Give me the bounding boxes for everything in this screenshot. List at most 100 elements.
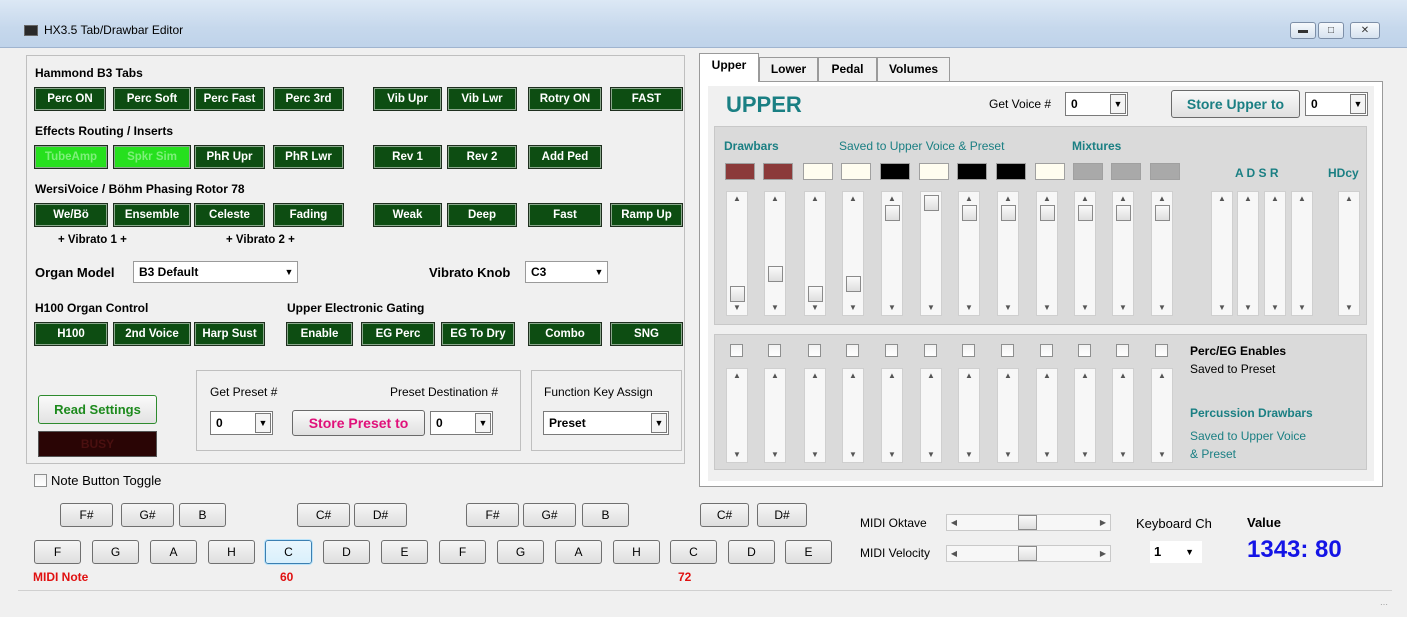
perc-enable-checkbox[interactable]	[846, 344, 859, 357]
h100-button[interactable]: H100	[34, 322, 108, 346]
up-arrow-icon[interactable]: ▲	[765, 370, 785, 382]
slider-thumb[interactable]	[1040, 205, 1055, 221]
store-upper-select[interactable]: 0 ▼	[1305, 92, 1368, 116]
perc-drawbar-slider[interactable]: ▲ ▼	[842, 368, 864, 463]
effects-button[interactable]: Rev 1	[373, 145, 442, 169]
hammond-tab-button[interactable]: Perc Soft	[113, 87, 191, 111]
up-arrow-icon[interactable]: ▲	[843, 370, 863, 382]
left-arrow-icon[interactable]: ◀	[948, 546, 960, 561]
midi-key[interactable]: C#	[297, 503, 350, 527]
wersi-button[interactable]: Ensemble	[113, 203, 191, 227]
hammond-tab-button[interactable]: Vib Lwr	[447, 87, 517, 111]
up-arrow-icon[interactable]: ▲	[959, 193, 979, 205]
hammond-tab-button[interactable]: Perc ON	[34, 87, 106, 111]
minimize-icon[interactable]: ▬	[1290, 22, 1316, 39]
up-arrow-icon[interactable]: ▲	[1113, 370, 1133, 382]
h100-button[interactable]: 2nd Voice	[113, 322, 191, 346]
organ-model-select[interactable]: B3 Default ▼	[133, 261, 298, 283]
down-arrow-icon[interactable]: ▼	[998, 302, 1018, 314]
perc-drawbar-slider[interactable]: ▲ ▼	[804, 368, 826, 463]
midi-key[interactable]: D	[728, 540, 775, 564]
midi-key[interactable]: D#	[757, 503, 807, 527]
perc-drawbar-slider[interactable]: ▲ ▼	[920, 368, 942, 463]
store-upper-button[interactable]: Store Upper to	[1171, 90, 1300, 118]
midi-key[interactable]: G	[497, 540, 544, 564]
perc-enable-checkbox[interactable]	[730, 344, 743, 357]
adsr-slider[interactable]: ▲ ▼	[1291, 191, 1313, 316]
perc-drawbar-slider[interactable]: ▲ ▼	[726, 368, 748, 463]
up-arrow-icon[interactable]: ▲	[1212, 193, 1232, 205]
down-arrow-icon[interactable]: ▼	[921, 449, 941, 461]
down-arrow-icon[interactable]: ▼	[1075, 302, 1095, 314]
right-arrow-icon[interactable]: ▶	[1097, 546, 1109, 561]
preset-destination-select[interactable]: 0 ▼	[430, 411, 493, 435]
down-arrow-icon[interactable]: ▼	[1152, 302, 1172, 314]
drawbar-slider[interactable]: ▲▼	[842, 191, 864, 316]
up-arrow-icon[interactable]: ▲	[1152, 193, 1172, 205]
down-arrow-icon[interactable]: ▼	[765, 302, 785, 314]
perc-drawbar-slider[interactable]: ▲ ▼	[997, 368, 1019, 463]
up-arrow-icon[interactable]: ▲	[1037, 370, 1057, 382]
down-arrow-icon[interactable]: ▼	[1339, 302, 1359, 314]
effects-button[interactable]: Spkr Sim	[113, 145, 191, 169]
drawbar-slider[interactable]: ▲▼	[1151, 191, 1173, 316]
up-arrow-icon[interactable]: ▲	[1037, 193, 1057, 205]
up-arrow-icon[interactable]: ▲	[1113, 193, 1133, 205]
perc-enable-checkbox[interactable]	[768, 344, 781, 357]
wersi-button[interactable]: Ramp Up	[610, 203, 683, 227]
down-arrow-icon[interactable]: ▼	[727, 449, 747, 461]
up-arrow-icon[interactable]: ▲	[998, 370, 1018, 382]
midi-key[interactable]: F	[34, 540, 81, 564]
midi-key[interactable]: B	[582, 503, 629, 527]
hammond-tab-button[interactable]: Perc 3rd	[273, 87, 344, 111]
slider-thumb[interactable]	[1078, 205, 1093, 221]
wersi-button[interactable]: Fading	[273, 203, 344, 227]
vibrato-knob-select[interactable]: C3 ▼	[525, 261, 608, 283]
up-arrow-icon[interactable]: ▲	[765, 193, 785, 205]
midi-key[interactable]: D#	[354, 503, 407, 527]
function-key-select[interactable]: Preset ▼	[543, 411, 669, 435]
up-arrow-icon[interactable]: ▲	[1339, 193, 1359, 205]
midi-key[interactable]: E	[381, 540, 428, 564]
up-arrow-icon[interactable]: ▲	[1075, 193, 1095, 205]
tab-lower[interactable]: Lower	[759, 57, 818, 81]
wersi-button[interactable]: Deep	[447, 203, 517, 227]
get-preset-select[interactable]: 0 ▼	[210, 411, 273, 435]
slider-thumb[interactable]	[924, 195, 939, 211]
effects-button[interactable]: PhR Lwr	[273, 145, 344, 169]
slider-thumb[interactable]	[1018, 515, 1037, 530]
wersi-button[interactable]: Fast	[528, 203, 602, 227]
drawbar-slider[interactable]: ▲▼	[764, 191, 786, 316]
midi-key[interactable]: G	[92, 540, 139, 564]
drawbar-slider[interactable]: ▲▼	[958, 191, 980, 316]
perc-drawbar-slider[interactable]: ▲ ▼	[764, 368, 786, 463]
perc-drawbar-slider[interactable]: ▲ ▼	[1074, 368, 1096, 463]
perc-drawbar-slider[interactable]: ▲ ▼	[1036, 368, 1058, 463]
slider-thumb[interactable]	[1155, 205, 1170, 221]
down-arrow-icon[interactable]: ▼	[1075, 449, 1095, 461]
left-arrow-icon[interactable]: ◀	[948, 515, 960, 530]
adsr-slider[interactable]: ▲ ▼	[1264, 191, 1286, 316]
down-arrow-icon[interactable]: ▼	[805, 302, 825, 314]
drawbar-slider[interactable]: ▲▼	[920, 191, 942, 316]
slider-thumb[interactable]	[885, 205, 900, 221]
down-arrow-icon[interactable]: ▼	[843, 302, 863, 314]
perc-drawbar-slider[interactable]: ▲ ▼	[881, 368, 903, 463]
down-arrow-icon[interactable]: ▼	[1113, 302, 1133, 314]
gating-button[interactable]: Enable	[286, 322, 353, 346]
up-arrow-icon[interactable]: ▲	[1075, 370, 1095, 382]
drawbar-slider[interactable]: ▲▼	[997, 191, 1019, 316]
down-arrow-icon[interactable]: ▼	[959, 302, 979, 314]
up-arrow-icon[interactable]: ▲	[882, 370, 902, 382]
tab-volumes[interactable]: Volumes	[877, 57, 950, 81]
drawbar-slider[interactable]: ▲▼	[726, 191, 748, 316]
down-arrow-icon[interactable]: ▼	[1037, 302, 1057, 314]
down-arrow-icon[interactable]: ▼	[882, 302, 902, 314]
perc-enable-checkbox[interactable]	[1001, 344, 1014, 357]
down-arrow-icon[interactable]: ▼	[959, 449, 979, 461]
down-arrow-icon[interactable]: ▼	[727, 302, 747, 314]
midi-key[interactable]: C	[670, 540, 717, 564]
wersi-button[interactable]: Celeste	[194, 203, 265, 227]
midi-velocity-slider[interactable]: ◀ ▶	[946, 545, 1111, 562]
perc-enable-checkbox[interactable]	[924, 344, 937, 357]
